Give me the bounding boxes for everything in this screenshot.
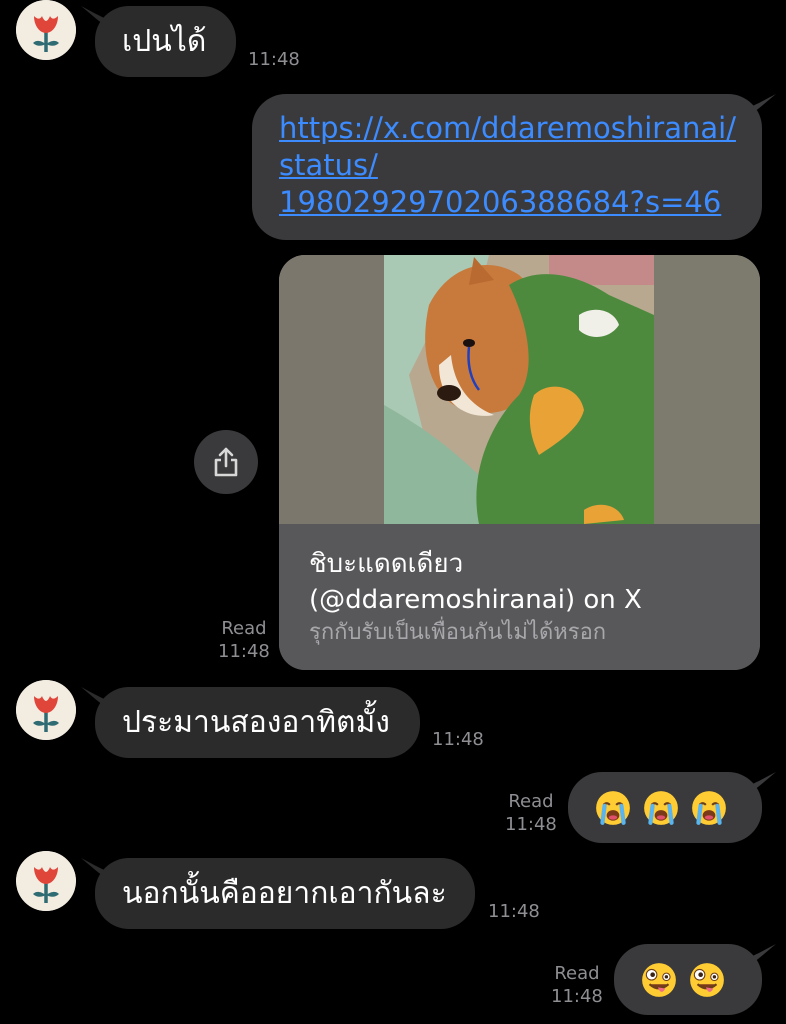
bubble-tail-icon: [748, 944, 776, 966]
outgoing-emoji-bubble[interactable]: [614, 944, 762, 1015]
message-time: 11:48: [505, 814, 557, 835]
incoming-message-bubble[interactable]: ประมานสองอาทิตมั้ง: [95, 687, 420, 758]
shiba-dog-image: [279, 255, 760, 524]
share-icon: [214, 447, 238, 477]
read-receipt: Read 11:48: [218, 617, 270, 663]
contact-avatar[interactable]: [16, 0, 76, 60]
emoji-row: [594, 789, 728, 827]
message-text: ประมานสองอาทิตมั้ง: [122, 704, 390, 740]
contact-avatar[interactable]: [16, 851, 76, 911]
link-preview-image-area: [279, 255, 760, 524]
read-label: Read: [508, 791, 554, 812]
link-preview-card[interactable]: ชิบะแดดเดียว (@ddaremoshiranai) on X รุก…: [279, 255, 760, 670]
zany-face-icon: [640, 961, 678, 999]
link-text-line-3[interactable]: 1980292970206388684?s=46: [279, 184, 742, 221]
link-text-line-1[interactable]: https://x.com/ddaremoshiranai/: [279, 110, 742, 147]
emoji-row: [640, 961, 726, 999]
zany-face-icon: [688, 961, 726, 999]
message-time: 11:48: [432, 729, 484, 750]
loudly-crying-face-icon: [690, 789, 728, 827]
contact-avatar[interactable]: [16, 680, 76, 740]
read-label: Read: [554, 963, 600, 984]
link-text-line-2[interactable]: status/: [279, 147, 742, 184]
link-preview-info: ชิบะแดดเดียว (@ddaremoshiranai) on X รุก…: [279, 524, 760, 670]
message-text: เปนได้: [122, 23, 207, 59]
message-time: 11:48: [248, 49, 300, 70]
read-receipt: Read 11:48: [551, 962, 603, 1008]
loudly-crying-face-icon: [594, 789, 632, 827]
bubble-tail-icon: [81, 858, 109, 880]
loudly-crying-face-icon: [642, 789, 680, 827]
outgoing-link-bubble[interactable]: https://x.com/ddaremoshiranai/ status/ 1…: [252, 94, 762, 240]
read-label: Read: [221, 618, 267, 639]
message-text: นอกนั้นคืออยากเอากันละ: [122, 875, 447, 911]
incoming-message-bubble[interactable]: เปนได้: [95, 6, 236, 77]
card-subtitle: รุกกับรับเป็นเพื่อนกันไม่ได้หรอก: [309, 620, 607, 645]
outgoing-emoji-bubble[interactable]: [568, 772, 762, 843]
message-time: 11:48: [218, 641, 270, 662]
flower-avatar-icon: [16, 0, 76, 60]
message-time: 11:48: [551, 986, 603, 1007]
card-title-line-2: (@ddaremoshiranai) on X: [309, 585, 642, 615]
flower-avatar-icon: [16, 851, 76, 911]
bubble-tail-icon: [748, 772, 776, 794]
bubble-tail-icon: [81, 687, 109, 709]
message-time: 11:48: [488, 901, 540, 922]
incoming-message-bubble[interactable]: นอกนั้นคืออยากเอากันละ: [95, 858, 475, 929]
read-receipt: Read 11:48: [505, 790, 557, 836]
bubble-tail-icon: [81, 6, 109, 28]
share-button[interactable]: [194, 430, 258, 494]
card-title-line-1: ชิบะแดดเดียว: [309, 549, 464, 579]
bubble-tail-icon: [748, 94, 776, 116]
flower-avatar-icon: [16, 680, 76, 740]
